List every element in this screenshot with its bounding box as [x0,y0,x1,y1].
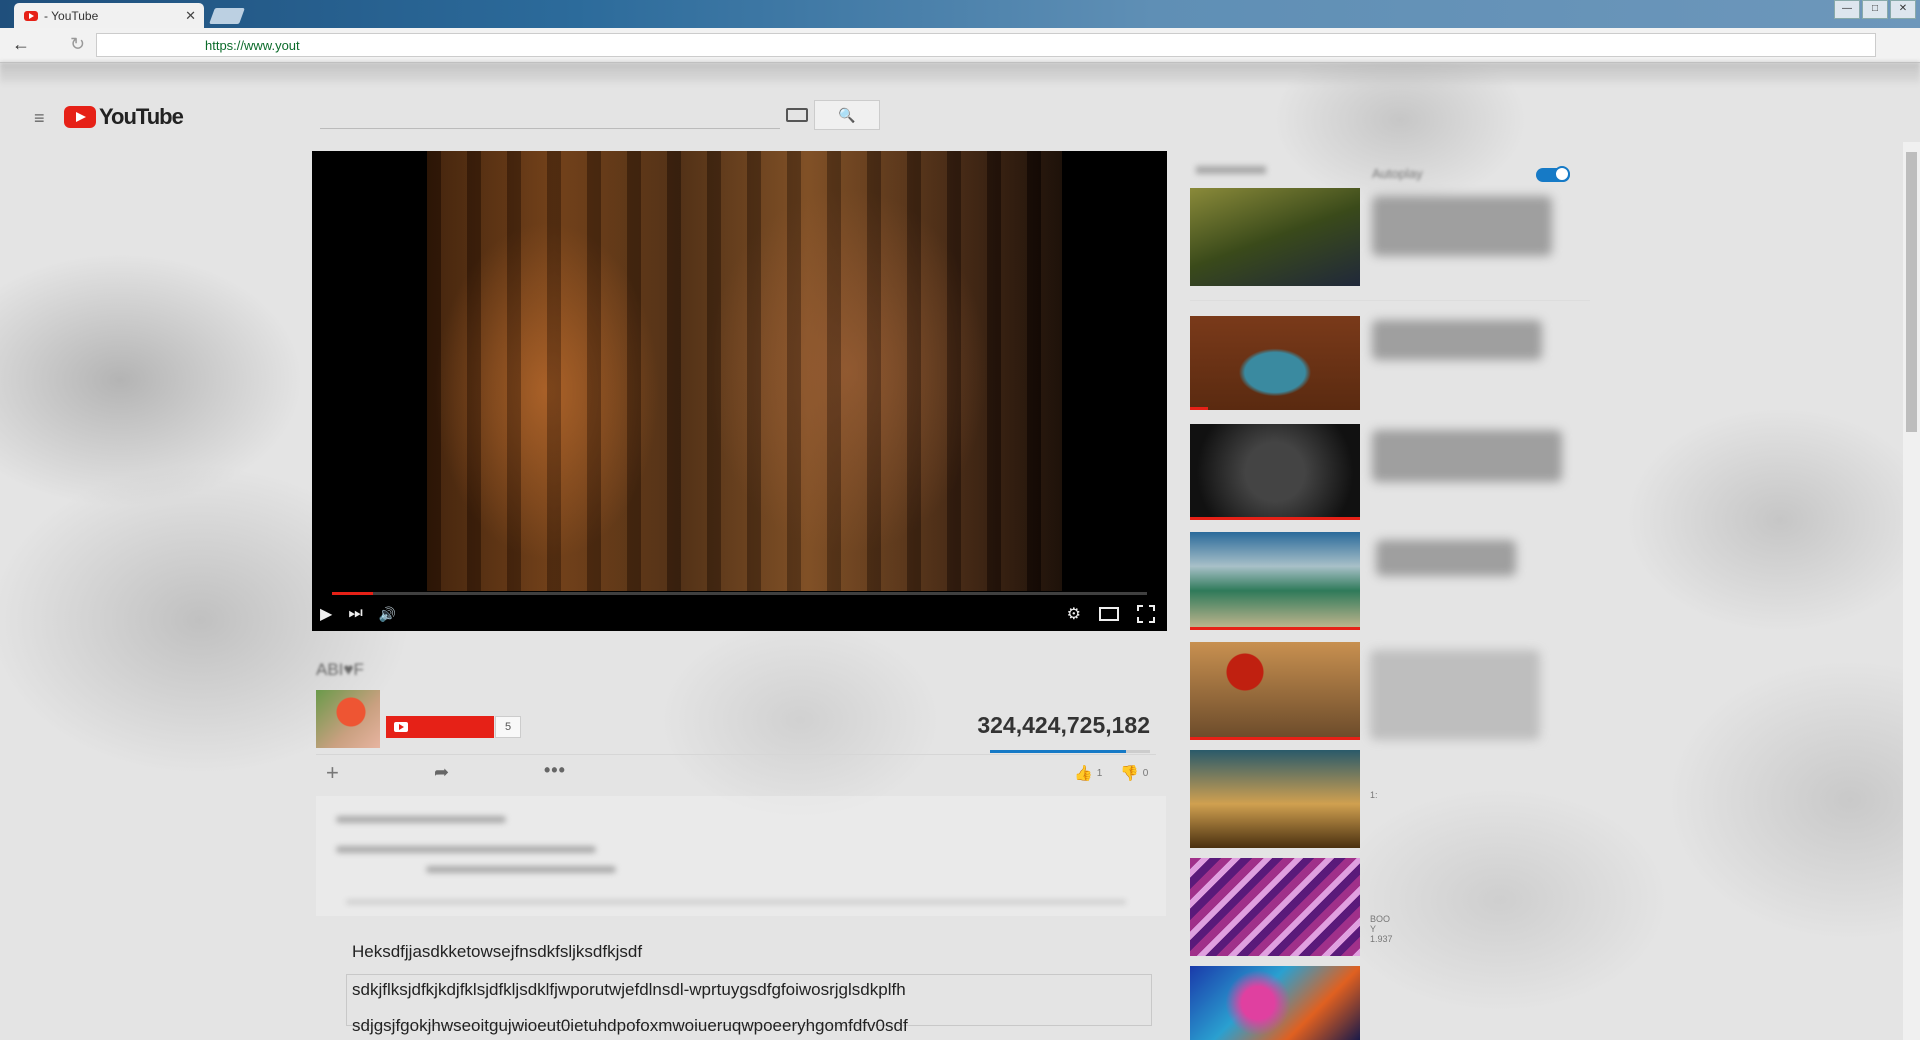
youtube-wordmark: YouTube [99,104,184,129]
fullscreen-icon[interactable] [1137,605,1155,623]
more-actions-icon[interactable]: ••• [544,760,566,781]
scrollbar-thumb[interactable] [1906,152,1917,432]
comment-text-line-1: Heksdfjjasdkketowsejfnsdkfsljksdfkjsdf [352,942,643,961]
dislike-button[interactable]: 👍 0 [1120,764,1148,782]
browser-titlebar: - YouTube ✕ — □ ✕ [0,0,1920,28]
sidebar-video-title [1372,430,1562,482]
video-frame [427,151,1062,591]
like-count: 1 [1096,767,1103,779]
sidebar-divider [1190,300,1590,301]
close-window-button[interactable]: ✕ [1890,0,1916,19]
watched-progress [1190,737,1360,740]
next-icon[interactable]: ⏭ [348,605,362,623]
comment-text-line-2: sdkjflksjdfkjkdjfklsjdfkljsdklfjwporutwj… [352,980,906,999]
page-scrollbar[interactable] [1903,142,1920,1040]
autoplay-label: Autoplay [1372,166,1423,181]
sidebar-video-title [1372,196,1552,256]
dislike-count: 0 [1142,767,1149,779]
tab-close-icon[interactable]: ✕ [185,8,196,24]
search-button[interactable]: 🔍 [814,100,880,130]
watched-progress [1190,517,1360,520]
address-bar[interactable]: https://www.yout [96,33,1876,57]
watched-progress [1190,407,1208,410]
share-icon[interactable]: ➦ [434,762,449,783]
youtube-logo[interactable]: YouTube [64,104,184,130]
player-controls-right: ⚙ [1059,604,1167,624]
description-line [336,846,596,853]
subscriber-count: 5 [495,716,521,738]
youtube-mini-logo-icon [394,722,408,732]
sidebar-video-meta: BOO Y 1.937 [1370,914,1393,944]
keyboard-icon[interactable] [786,108,808,122]
sidebar-video-thumbnail[interactable] [1190,858,1360,956]
subscribe-button[interactable]: ​ [386,716,494,738]
sentiment-bar-fill [990,750,1126,753]
search-icon: 🔍 [838,107,856,123]
description-line [426,866,616,873]
reload-icon[interactable]: ↻ [70,34,85,55]
comment-text-line-3: sdjgsjfgokjhwseoitgujwioeut0ietuhdpofoxm… [352,1016,908,1035]
sidebar-video-thumbnail[interactable] [1190,316,1360,410]
add-to-icon[interactable]: + [326,760,339,786]
search-input[interactable] [320,102,780,129]
channel-avatar[interactable] [316,690,380,748]
video-description [316,796,1166,916]
sidebar-video-thumbnail[interactable] [1190,750,1360,848]
youtube-play-logo-icon [64,106,96,128]
browser-tab[interactable]: - YouTube ✕ [14,3,204,28]
sidebar-video-thumbnail[interactable] [1190,532,1360,630]
sidebar-video-title [1372,320,1542,360]
window-controls: — □ ✕ [1834,0,1916,19]
sentiment-bar [990,750,1150,753]
thumbs-down-icon: 👍 [1120,764,1139,781]
sidebar-video-title [1370,650,1540,740]
sidebar-video-thumbnail[interactable] [1190,424,1360,520]
minimize-button[interactable]: — [1834,0,1860,19]
volume-icon[interactable]: 🔊 [379,606,396,623]
video-player[interactable]: ▶ ⏭ 🔊 ⚙ [312,151,1167,631]
tab-title: - YouTube [44,8,99,23]
progress-bar-fill [332,592,373,595]
progress-bar[interactable] [332,592,1147,595]
like-button[interactable]: 👍 1 [1074,764,1102,782]
up-next-heading [1196,166,1266,174]
theater-mode-icon[interactable] [1099,607,1119,621]
sidebar-video-thumbnail[interactable] [1190,642,1360,740]
view-count: 324,424,725,182 [977,712,1150,738]
youtube-masthead: ≡ YouTube 🔍 [0,94,1920,142]
autoplay-toggle[interactable] [1536,166,1570,182]
back-arrow-icon[interactable]: ← [12,34,30,55]
player-controls: ▶ ⏭ 🔊 ⚙ [312,597,1167,631]
sidebar-video-meta: 1: [1370,790,1378,800]
actions-divider [316,754,1156,755]
new-tab-button[interactable] [209,8,245,24]
settings-gear-icon[interactable]: ⚙ [1067,604,1081,624]
play-icon[interactable]: ▶ [320,604,332,624]
youtube-favicon-icon [24,10,38,21]
thumbs-up-icon: 👍 [1074,765,1093,782]
show-more-divider[interactable] [346,900,1126,904]
watched-progress [1190,627,1360,630]
video-title: ABI♥F [316,660,364,679]
description-line [336,816,506,823]
browser-toolbar: ← ↻ https://www.yout [0,28,1920,63]
guide-menu-icon[interactable]: ≡ [34,108,45,129]
maximize-button[interactable]: □ [1862,0,1888,19]
sidebar-video-thumbnail[interactable] [1190,966,1360,1040]
desktop-background: - YouTube ✕ — □ ✕ ← ↻ https://www.yout ≡… [0,0,1920,1040]
sidebar-video-thumbnail[interactable] [1190,188,1360,286]
bookmarks-bar [0,62,1920,84]
sidebar-video-title [1376,540,1516,576]
address-url: https://www.yout [205,38,300,53]
